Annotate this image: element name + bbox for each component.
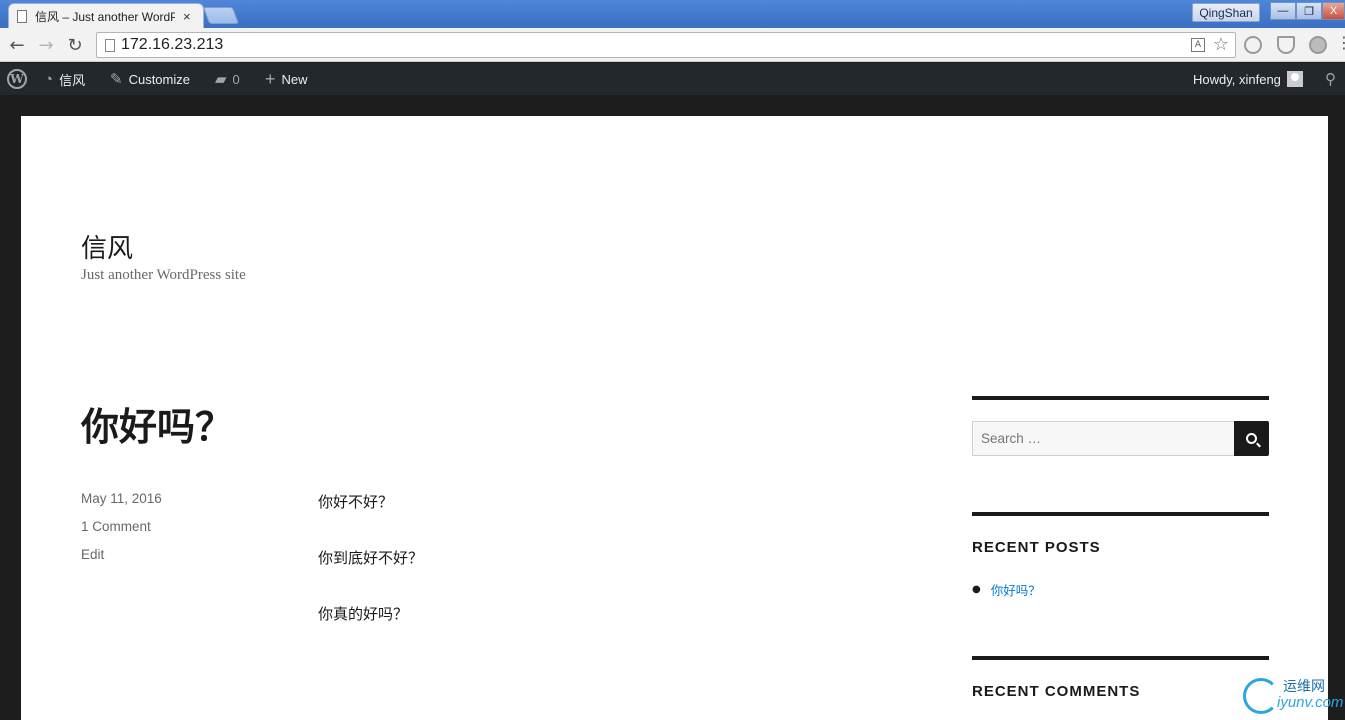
search-icon — [1246, 433, 1257, 444]
page-icon — [17, 9, 27, 23]
browser-tab[interactable]: 信风 – Just another WordPress site × — [8, 3, 204, 28]
site-name-menu[interactable]: ◔ 信风 — [44, 63, 85, 95]
watermark-domain: iyunv.com — [1277, 694, 1344, 711]
extension-globe-icon[interactable] — [1309, 36, 1327, 54]
tab-close-icon[interactable]: × — [183, 9, 191, 24]
wp-admin-bar: W ◔ 信风 ✎ Customize ▰ 0 + New Howdy, xinf… — [0, 63, 1345, 95]
customize-link[interactable]: ✎ Customize — [110, 63, 190, 95]
bullet-icon: ● — [972, 584, 981, 595]
post-paragraph: 你到底好不好？ — [318, 549, 424, 567]
site-page: 信风 Just another WordPress site 你好吗？ May … — [21, 116, 1328, 720]
watermark-swirl-icon — [1243, 678, 1279, 714]
avatar — [1286, 71, 1303, 87]
document-icon — [105, 39, 115, 52]
site-name-label: 信风 — [59, 72, 86, 88]
widget-divider — [972, 512, 1269, 516]
post-paragraph: 你好不好？ — [318, 493, 394, 511]
paintbrush-icon: ✎ — [110, 71, 123, 88]
translate-icon[interactable]: A — [1191, 38, 1205, 52]
widget-divider — [972, 396, 1269, 400]
recent-post-item[interactable]: ● 你好吗？ — [972, 580, 1041, 599]
maximize-button[interactable]: ❐ — [1296, 2, 1322, 20]
browser-toolbar: ← → ↻ 172.16.23.213 A ☆ ⋮ — [0, 28, 1345, 62]
bookmark-star-icon[interactable]: ☆ — [1213, 34, 1229, 55]
post-edit-link[interactable]: Edit — [81, 547, 104, 562]
comments-count: 0 — [232, 71, 240, 87]
tab-title: 信风 – Just another WordPress site — [35, 9, 175, 24]
plus-icon: + — [265, 68, 276, 89]
address-bar[interactable]: 172.16.23.213 A ☆ — [96, 32, 1236, 58]
customize-label: Customize — [128, 71, 190, 87]
watermark-text: 运维网 — [1283, 679, 1325, 695]
forward-arrow-icon[interactable]: → — [35, 34, 57, 56]
new-content-menu[interactable]: + New — [265, 63, 308, 95]
site-description: Just another WordPress site — [81, 267, 246, 283]
widget-divider — [972, 656, 1269, 660]
post-paragraph: 你真的好吗？ — [318, 605, 409, 623]
profile-button[interactable]: QingShan — [1192, 3, 1260, 22]
extension-sync-icon[interactable] — [1244, 36, 1262, 54]
my-account-menu[interactable]: Howdy, xinfeng — [1193, 63, 1303, 95]
howdy-label: Howdy, xinfeng — [1193, 71, 1281, 87]
recent-comments-heading: RECENT COMMENTS — [972, 683, 1141, 700]
wordpress-logo-icon: W — [7, 69, 27, 89]
new-tab-button[interactable] — [202, 7, 240, 24]
close-window-button[interactable]: X — [1322, 2, 1345, 20]
wp-logo-menu[interactable]: W — [7, 63, 27, 95]
comment-bubble-icon: ▰ — [215, 71, 227, 88]
minimize-button[interactable]: — — [1270, 2, 1296, 20]
recent-posts-heading: RECENT POSTS — [972, 539, 1101, 556]
url-text[interactable]: 172.16.23.213 — [121, 36, 223, 54]
recent-post-link[interactable]: 你好吗？ — [991, 580, 1041, 599]
site-title[interactable]: 信风 — [81, 228, 133, 265]
extension-shield-icon[interactable] — [1277, 36, 1295, 54]
search-input[interactable] — [972, 421, 1234, 456]
browser-titlebar: 信风 – Just another WordPress site × QingS… — [0, 0, 1345, 28]
post-comments-link[interactable]: 1 Comment — [81, 519, 151, 534]
browser-menu-icon[interactable]: ⋮ — [1336, 33, 1345, 52]
back-arrow-icon[interactable]: ← — [6, 34, 28, 56]
watermark-logo: 运维网 iyunv.com — [1243, 676, 1343, 720]
post-title[interactable]: 你好吗？ — [81, 396, 233, 451]
comments-link[interactable]: ▰ 0 — [215, 63, 240, 95]
search-submit-button[interactable] — [1234, 421, 1269, 456]
new-label: New — [281, 71, 308, 87]
reload-icon[interactable]: ↻ — [64, 34, 86, 56]
admin-search-button[interactable]: ⚲ — [1325, 63, 1342, 95]
post-date[interactable]: May 11, 2016 — [81, 491, 162, 506]
dashboard-icon: ◔ — [44, 70, 54, 88]
search-icon: ⚲ — [1325, 71, 1336, 88]
